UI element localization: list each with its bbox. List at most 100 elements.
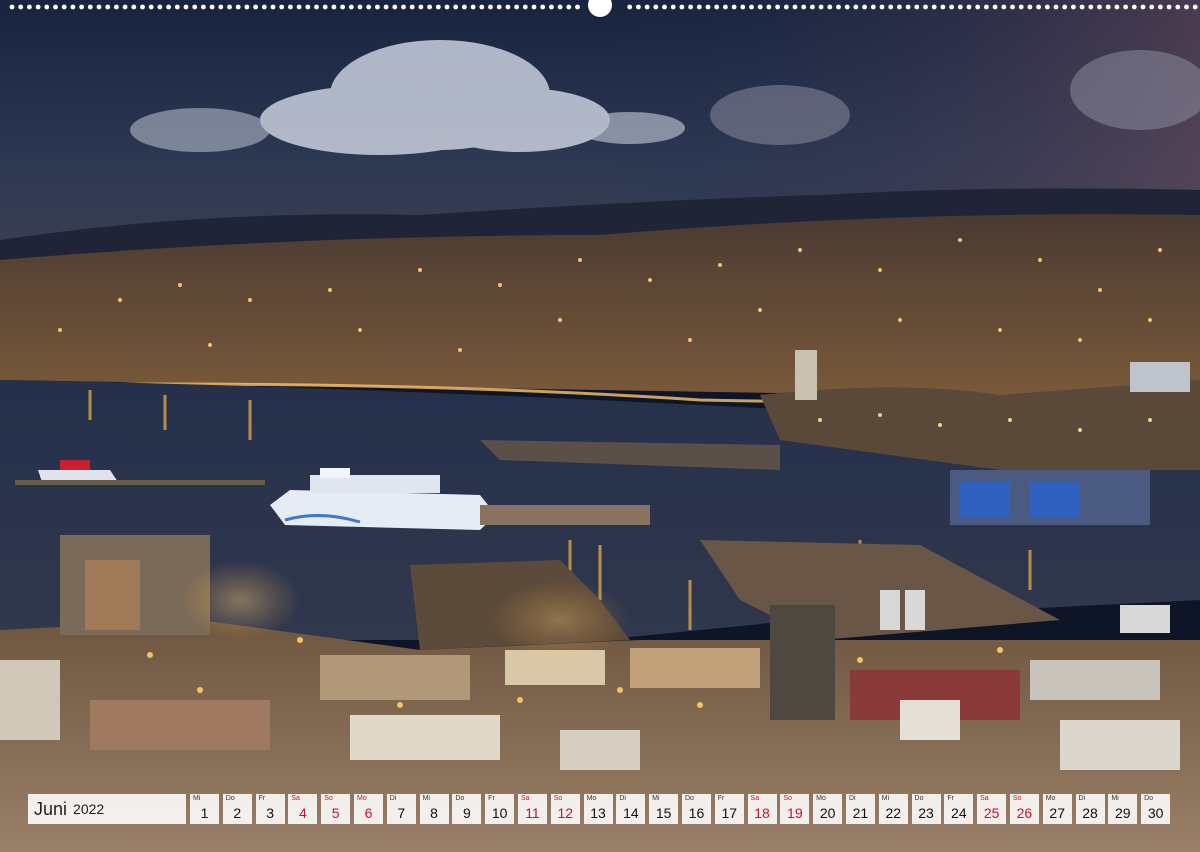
binding-hole — [1123, 4, 1128, 10]
day-abbr: Mo — [1045, 795, 1056, 802]
binding-hole — [1175, 4, 1181, 10]
day-cell: Do 9 — [452, 794, 482, 824]
day-abbr: Di — [619, 795, 626, 802]
binding-hole — [201, 4, 206, 10]
binding-hole — [401, 4, 406, 10]
binding-hole — [957, 4, 963, 10]
binding-hole — [818, 4, 824, 10]
binding-hole — [253, 4, 258, 10]
day-cell: Fr 3 — [255, 794, 285, 824]
day-abbr: Do — [1144, 795, 1154, 802]
binding-hole — [409, 4, 415, 10]
day-number: 16 — [688, 805, 705, 821]
day-cell: Fr 24 — [944, 794, 974, 824]
binding-hole — [44, 4, 50, 10]
binding-hole — [288, 4, 293, 10]
binding-hole — [348, 4, 354, 10]
binding-hole — [166, 4, 172, 10]
day-abbr: Do — [225, 795, 235, 802]
binding-hole — [470, 4, 476, 10]
binding-hole — [1027, 4, 1033, 10]
binding-hole — [131, 4, 137, 10]
binding-hole — [105, 4, 111, 10]
binding-hole — [1001, 4, 1007, 10]
binding-hole — [653, 4, 659, 10]
day-number: 13 — [590, 805, 606, 821]
day-number: 22 — [885, 805, 902, 821]
day-number: 30 — [1147, 805, 1164, 821]
harbor-night-photo — [0, 0, 1200, 852]
binding-hole — [853, 4, 859, 10]
binding-hole — [975, 4, 981, 10]
day-abbr: Di — [389, 795, 397, 802]
binding-hole — [836, 4, 841, 10]
day-cell: Mi 1 — [190, 794, 219, 824]
binding-hole — [383, 4, 389, 10]
binding-holes — [9, 0, 1198, 17]
binding-hole — [79, 4, 84, 10]
binding-hole — [514, 4, 519, 10]
month-name: Juni — [34, 798, 68, 819]
binding-hole — [462, 4, 467, 10]
day-number: 3 — [266, 805, 274, 821]
binding-hole — [183, 4, 189, 10]
binding-hole — [792, 4, 798, 10]
binding-hole — [827, 4, 833, 10]
binding-hole — [61, 4, 67, 10]
binding-hole — [174, 4, 180, 10]
day-abbr: Mi — [652, 795, 660, 802]
day-number: 26 — [1016, 805, 1033, 821]
binding-hole — [549, 4, 554, 10]
binding-hole — [984, 4, 989, 10]
binding-hole — [844, 4, 850, 10]
day-cell: Sa 18 — [747, 794, 777, 824]
day-number: 4 — [298, 805, 307, 821]
binding-hole — [261, 4, 267, 10]
binding-hole — [531, 4, 537, 10]
binding-hole — [688, 4, 693, 10]
binding-hole — [897, 4, 902, 10]
binding-hole — [357, 4, 363, 10]
binding-hole — [479, 4, 485, 10]
day-cell: Di 7 — [386, 794, 416, 824]
binding-hole — [731, 4, 737, 10]
day-cell: Sa 11 — [517, 794, 547, 824]
binding-hole — [705, 4, 711, 10]
day-number: 12 — [557, 805, 574, 821]
binding-hole — [235, 4, 241, 10]
binding-hole — [87, 4, 93, 10]
binding-hole — [218, 4, 224, 10]
binding-hole — [1149, 4, 1155, 10]
day-cell: Mo 6 — [353, 794, 383, 824]
day-cell: Mo 20 — [813, 794, 843, 824]
binding-hole — [366, 4, 372, 10]
binding-hole — [314, 4, 319, 10]
day-number: 15 — [655, 805, 672, 821]
binding-hole — [879, 4, 885, 10]
day-cell: Mo 13 — [583, 794, 613, 824]
day-abbr: Fr — [947, 795, 954, 802]
day-number: 2 — [233, 805, 242, 821]
day-abbr: Mi — [1111, 795, 1119, 802]
day-abbr: Di — [1078, 795, 1086, 802]
binding-hole — [114, 4, 119, 10]
day-number: 18 — [754, 805, 770, 821]
binding-hole — [1036, 4, 1041, 10]
binding-hole — [1018, 4, 1024, 10]
binding-hole — [783, 4, 789, 10]
days-row: Mi 1 Do 2 Fr 3 Sa 4 So 5 Mo 6 Di 7 Mi 8 Do 9 Fr 10 Sa 11 So 12 M… — [190, 794, 1174, 824]
day-number: 25 — [983, 805, 1000, 821]
day-abbr: So — [783, 795, 792, 802]
binding-hole — [1105, 4, 1111, 10]
day-cell: Do 2 — [222, 794, 252, 824]
day-abbr: Mo — [816, 795, 826, 802]
binding-hole — [644, 4, 650, 10]
binding-hole — [714, 4, 720, 10]
binding-hole — [966, 4, 972, 10]
binding-hole — [227, 4, 232, 10]
day-number: 28 — [1082, 805, 1098, 821]
binding-hole — [949, 4, 954, 10]
binding-hole — [1097, 4, 1102, 10]
binding-hole — [923, 4, 928, 10]
binding-hole — [696, 4, 702, 10]
